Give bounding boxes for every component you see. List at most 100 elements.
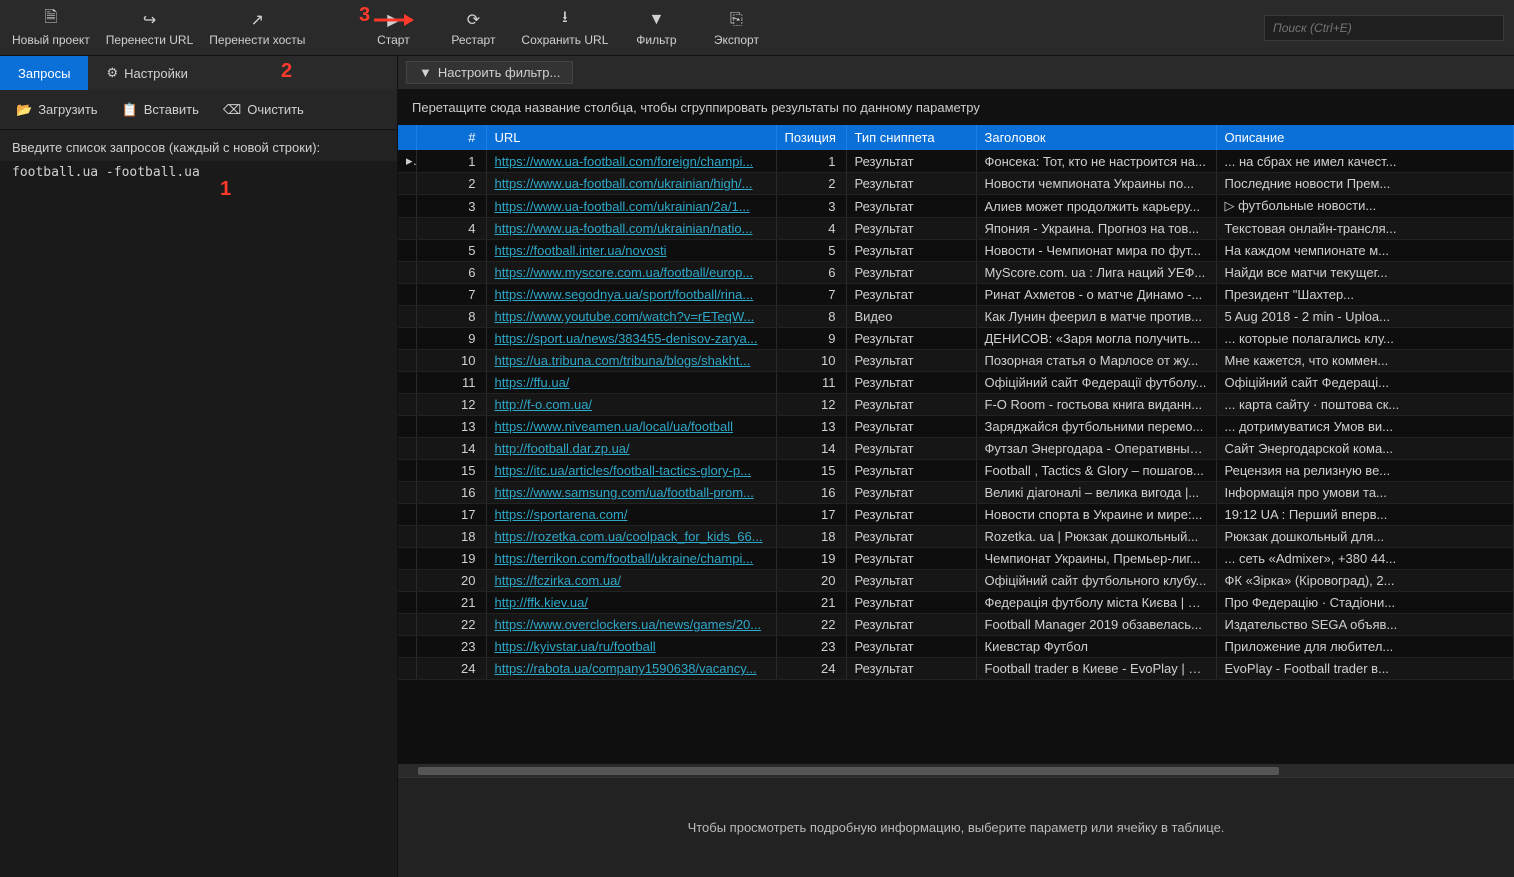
cell-url[interactable]: http://ffk.kiev.ua/ — [486, 592, 776, 614]
table-row[interactable]: 16https://www.samsung.com/ua/football-pr… — [398, 482, 1514, 504]
result-link[interactable]: https://rabota.ua/company1590638/vacancy… — [495, 661, 757, 676]
tab-settings[interactable]: ⚙ Настройки — [88, 56, 205, 90]
result-link[interactable]: https://www.youtube.com/watch?v=rETeqW..… — [495, 309, 755, 324]
cell-url[interactable]: https://football.inter.ua/novosti — [486, 240, 776, 262]
result-link[interactable]: https://football.inter.ua/novosti — [495, 243, 667, 258]
cell-url[interactable]: https://www.ua-football.com/ukrainian/na… — [486, 218, 776, 240]
start-button[interactable]: ▶ Старт — [353, 2, 433, 54]
table-row[interactable]: 12http://f-o.com.ua/12РезультатF-O Room … — [398, 394, 1514, 416]
col-title[interactable]: Заголовок — [976, 125, 1216, 150]
table-row[interactable]: 23https://kyivstar.ua/ru/football23Резул… — [398, 636, 1514, 658]
table-row[interactable]: 22https://www.overclockers.ua/news/games… — [398, 614, 1514, 636]
scrollbar-thumb[interactable] — [418, 767, 1279, 775]
table-row[interactable]: 11https://ffu.ua/11РезультатОфіційний са… — [398, 372, 1514, 394]
result-link[interactable]: https://www.myscore.com.ua/football/euro… — [495, 265, 754, 280]
table-row[interactable]: 6https://www.myscore.com.ua/football/eur… — [398, 262, 1514, 284]
result-link[interactable]: https://www.ua-football.com/ukrainian/hi… — [495, 176, 753, 191]
tab-queries[interactable]: Запросы — [0, 56, 88, 90]
result-link[interactable]: https://www.samsung.com/ua/football-prom… — [495, 485, 754, 500]
table-row[interactable]: 5https://football.inter.ua/novosti5Резул… — [398, 240, 1514, 262]
cell-url[interactable]: http://f-o.com.ua/ — [486, 394, 776, 416]
cell-url[interactable]: https://www.samsung.com/ua/football-prom… — [486, 482, 776, 504]
result-link[interactable]: https://www.niveamen.ua/local/ua/footbal… — [495, 419, 733, 434]
cell-url[interactable]: https://www.niveamen.ua/local/ua/footbal… — [486, 416, 776, 438]
result-link[interactable]: https://terrikon.com/football/ukraine/ch… — [495, 551, 754, 566]
result-link[interactable]: https://ua.tribuna.com/tribuna/blogs/sha… — [495, 353, 751, 368]
result-link[interactable]: https://ffu.ua/ — [495, 375, 570, 390]
clear-button[interactable]: ⌫ Очистить — [213, 98, 314, 122]
cell-url[interactable]: https://itc.ua/articles/football-tactics… — [486, 460, 776, 482]
cell-number: 9 — [416, 328, 486, 350]
cell-url[interactable]: https://www.segodnya.ua/sport/football/r… — [486, 284, 776, 306]
col-snippet-type[interactable]: Тип сниппета — [846, 125, 976, 150]
cell-url[interactable]: https://kyivstar.ua/ru/football — [486, 636, 776, 658]
table-row[interactable]: 14http://football.dar.zp.ua/14РезультатФ… — [398, 438, 1514, 460]
result-link[interactable]: https://kyivstar.ua/ru/football — [495, 639, 656, 654]
cell-url[interactable]: https://www.overclockers.ua/news/games/2… — [486, 614, 776, 636]
cell-url[interactable]: https://www.ua-football.com/foreign/cham… — [486, 150, 776, 173]
horizontal-scrollbar[interactable] — [398, 763, 1514, 777]
cell-url[interactable]: https://rabota.ua/company1590638/vacancy… — [486, 658, 776, 680]
cell-url[interactable]: https://www.ua-football.com/ukrainian/hi… — [486, 173, 776, 195]
cell-url[interactable]: https://www.myscore.com.ua/football/euro… — [486, 262, 776, 284]
result-link[interactable]: https://www.overclockers.ua/news/games/2… — [495, 617, 762, 632]
result-link[interactable]: https://sport.ua/news/383455-denisov-zar… — [495, 331, 758, 346]
export-button[interactable]: ⎘ Экспорт — [696, 2, 776, 54]
result-link[interactable]: https://www.segodnya.ua/sport/football/r… — [495, 287, 754, 302]
filter-button[interactable]: ▼ Фильтр — [616, 2, 696, 54]
result-link[interactable]: http://f-o.com.ua/ — [495, 397, 593, 412]
cell-url[interactable]: https://rozetka.com.ua/coolpack_for_kids… — [486, 526, 776, 548]
load-button[interactable]: 📂 Загрузить — [6, 98, 108, 122]
result-link[interactable]: https://fczirka.com.ua/ — [495, 573, 621, 588]
table-row[interactable]: 19https://terrikon.com/football/ukraine/… — [398, 548, 1514, 570]
paste-button[interactable]: 📋 Вставить — [112, 98, 209, 122]
search-input[interactable] — [1264, 15, 1504, 41]
result-link[interactable]: https://rozetka.com.ua/coolpack_for_kids… — [495, 529, 763, 544]
table-row[interactable]: 20https://fczirka.com.ua/20РезультатОфіц… — [398, 570, 1514, 592]
cell-url[interactable]: http://football.dar.zp.ua/ — [486, 438, 776, 460]
table-row[interactable]: 4https://www.ua-football.com/ukrainian/n… — [398, 218, 1514, 240]
cell-url[interactable]: https://ua.tribuna.com/tribuna/blogs/sha… — [486, 350, 776, 372]
table-row[interactable]: 15https://itc.ua/articles/football-tacti… — [398, 460, 1514, 482]
result-link[interactable]: https://www.ua-football.com/foreign/cham… — [495, 154, 754, 169]
table-row[interactable]: ▸1https://www.ua-football.com/foreign/ch… — [398, 150, 1514, 173]
cell-url[interactable]: https://www.youtube.com/watch?v=rETeqW..… — [486, 306, 776, 328]
result-link[interactable]: https://itc.ua/articles/football-tactics… — [495, 463, 751, 478]
col-description[interactable]: Описание — [1216, 125, 1514, 150]
restart-button[interactable]: ⟳ Рестарт — [433, 2, 513, 54]
save-url-button[interactable]: ⭳ Сохранить URL — [513, 2, 616, 54]
result-link[interactable]: https://www.ua-football.com/ukrainian/2a… — [495, 199, 750, 214]
new-project-button[interactable]: 🗎 Новый проект — [4, 2, 98, 54]
cell-url[interactable]: https://terrikon.com/football/ukraine/ch… — [486, 548, 776, 570]
row-indicator — [398, 658, 416, 680]
result-link[interactable]: http://football.dar.zp.ua/ — [495, 441, 630, 456]
cell-url[interactable]: https://ffu.ua/ — [486, 372, 776, 394]
table-row[interactable]: 3https://www.ua-football.com/ukrainian/2… — [398, 195, 1514, 218]
table-row[interactable]: 2https://www.ua-football.com/ukrainian/h… — [398, 173, 1514, 195]
table-row[interactable]: 9 https://sport.ua/news/383455-denisov-za… — [398, 328, 1514, 350]
table-row[interactable]: 10https://ua.tribuna.com/tribuna/blogs/s… — [398, 350, 1514, 372]
table-row[interactable]: 18https://rozetka.com.ua/coolpack_for_ki… — [398, 526, 1514, 548]
result-link[interactable]: http://ffk.kiev.ua/ — [495, 595, 588, 610]
table-row[interactable]: 13https://www.niveamen.ua/local/ua/footb… — [398, 416, 1514, 438]
col-number[interactable]: # — [416, 125, 486, 150]
table-row[interactable]: 21http://ffk.kiev.ua/21РезультатФедераці… — [398, 592, 1514, 614]
cell-url[interactable]: https://www.ua-football.com/ukrainian/2a… — [486, 195, 776, 218]
table-row[interactable]: 24https://rabota.ua/company1590638/vacan… — [398, 658, 1514, 680]
cell-url[interactable]: https://sport.ua/news/383455-denisov-zar… — [486, 328, 776, 350]
col-position[interactable]: Позиция — [776, 125, 846, 150]
table-row[interactable]: 8https://www.youtube.com/watch?v=rETeqW.… — [398, 306, 1514, 328]
results-table-wrap[interactable]: # URL Позиция Тип сниппета Заголовок Опи… — [398, 125, 1514, 763]
query-input[interactable] — [0, 161, 397, 877]
configure-filter-button[interactable]: ▼ Настроить фильтр... — [406, 61, 573, 84]
col-url[interactable]: URL — [486, 125, 776, 150]
cell-url[interactable]: https://fczirka.com.ua/ — [486, 570, 776, 592]
col-selector[interactable] — [398, 125, 416, 150]
table-row[interactable]: 7https://www.segodnya.ua/sport/football/… — [398, 284, 1514, 306]
result-link[interactable]: https://www.ua-football.com/ukrainian/na… — [495, 221, 753, 236]
result-link[interactable]: https://sportarena.com/ — [495, 507, 628, 522]
cell-url[interactable]: https://sportarena.com/ — [486, 504, 776, 526]
table-row[interactable]: 17https://sportarena.com/17РезультатНово… — [398, 504, 1514, 526]
transfer-url-button[interactable]: ↪ Перенести URL — [98, 2, 202, 54]
transfer-hosts-button[interactable]: ↗ Перенести хосты — [201, 2, 313, 54]
